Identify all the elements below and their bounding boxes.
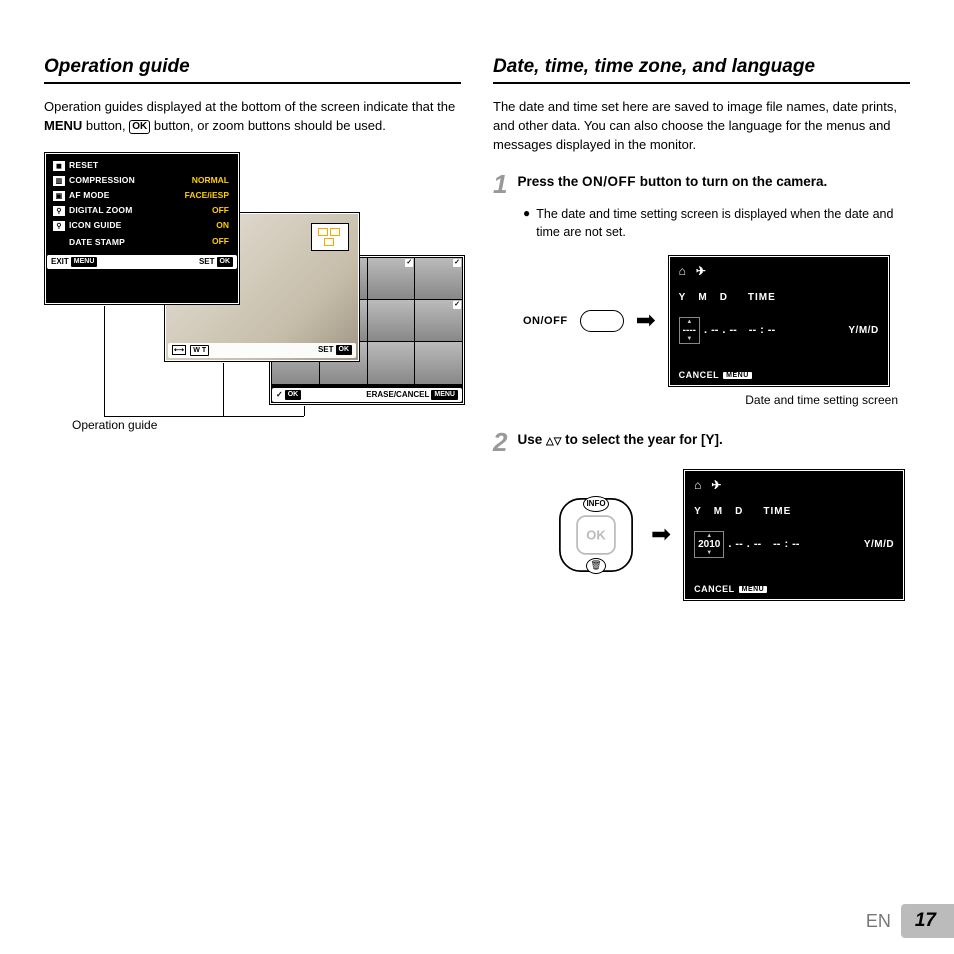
- ok-button-icon: OK: [129, 120, 150, 134]
- section-title-date-time: Date, time, time zone, and language: [493, 56, 910, 84]
- zoom-icon: ⚲: [53, 206, 65, 216]
- lcd-datetime-1: ⌂✈ YMDTIME ▲----▼ .--.-- --:-- Y/M/D CAN…: [668, 255, 890, 387]
- year-selector: ▲----▼: [679, 317, 700, 344]
- check-icon: ✓: [405, 259, 413, 267]
- globe-icon: ✈: [711, 478, 721, 492]
- home-icon: ⌂: [679, 264, 686, 278]
- lcd-menu-screen: ◼RESET ▥COMPRESSIONNORMAL ▣AF MODEFACE/i…: [44, 152, 240, 305]
- globe-icon: ✈: [696, 264, 706, 278]
- step-number: 1: [493, 171, 507, 197]
- operation-guide-caption: Operation guide: [72, 418, 157, 432]
- step-1-figure: ON/OFF ➡ ⌂✈ YMDTIME ▲----▼ .--.-- --:-- …: [523, 255, 910, 387]
- year-selector: ▲2010▼: [694, 531, 724, 558]
- section-title-operation-guide: Operation guide: [44, 56, 461, 84]
- step-number: 2: [493, 429, 507, 455]
- onoff-button-icon: [580, 310, 624, 332]
- step-1-bullet: ●The date and time setting screen is dis…: [523, 205, 910, 241]
- trash-icon: 🗑: [586, 558, 606, 574]
- page-number: 17: [901, 904, 954, 938]
- datetime-caption: Date and time setting screen: [523, 393, 910, 407]
- onoff-label: ON/OFF: [523, 315, 568, 327]
- lcd-menu-footer: EXITMENU SETOK: [47, 255, 237, 269]
- compress-icon: ▥: [53, 176, 65, 186]
- operation-guide-diagram: ◼RESET ▥COMPRESSIONNORMAL ▣AF MODEFACE/i…: [44, 152, 461, 432]
- preview-corner-box: [311, 223, 349, 251]
- page-footer: EN 17: [866, 904, 954, 938]
- date-time-intro: The date and time set here are saved to …: [493, 98, 910, 155]
- dpad-control: INFO 🗑 OK: [553, 492, 639, 578]
- arrow-right-icon: ➡: [636, 306, 656, 335]
- right-column: Date, time, time zone, and language The …: [493, 56, 910, 607]
- operation-guide-intro: Operation guides displayed at the bottom…: [44, 98, 461, 136]
- step-2: 2 Use △▽ to select the year for [Y].: [493, 429, 910, 455]
- arrow-right-icon: ➡: [651, 520, 671, 549]
- step-2-figure: INFO 🗑 OK ➡ ⌂✈ YMDTIME ▲2010▼ .--.-- --:…: [553, 469, 910, 601]
- step-1: 1 Press the ON/OFF button to turn on the…: [493, 171, 910, 197]
- left-column: Operation guide Operation guides display…: [44, 56, 461, 607]
- info-icon: INFO: [583, 496, 609, 512]
- home-icon: ⌂: [694, 478, 701, 492]
- language-label: EN: [866, 911, 891, 932]
- camera-icon: ◼: [53, 161, 65, 171]
- icon-guide-icon: ⚲: [53, 221, 65, 231]
- up-triangle-icon: △: [546, 436, 554, 447]
- zoom-bar-icon: ⟷: [172, 345, 186, 355]
- ok-center-label: OK: [586, 527, 606, 542]
- lcd-datetime-2: ⌂✈ YMDTIME ▲2010▼ .--.-- --:-- Y/M/D CAN…: [683, 469, 905, 601]
- af-icon: ▣: [53, 191, 65, 201]
